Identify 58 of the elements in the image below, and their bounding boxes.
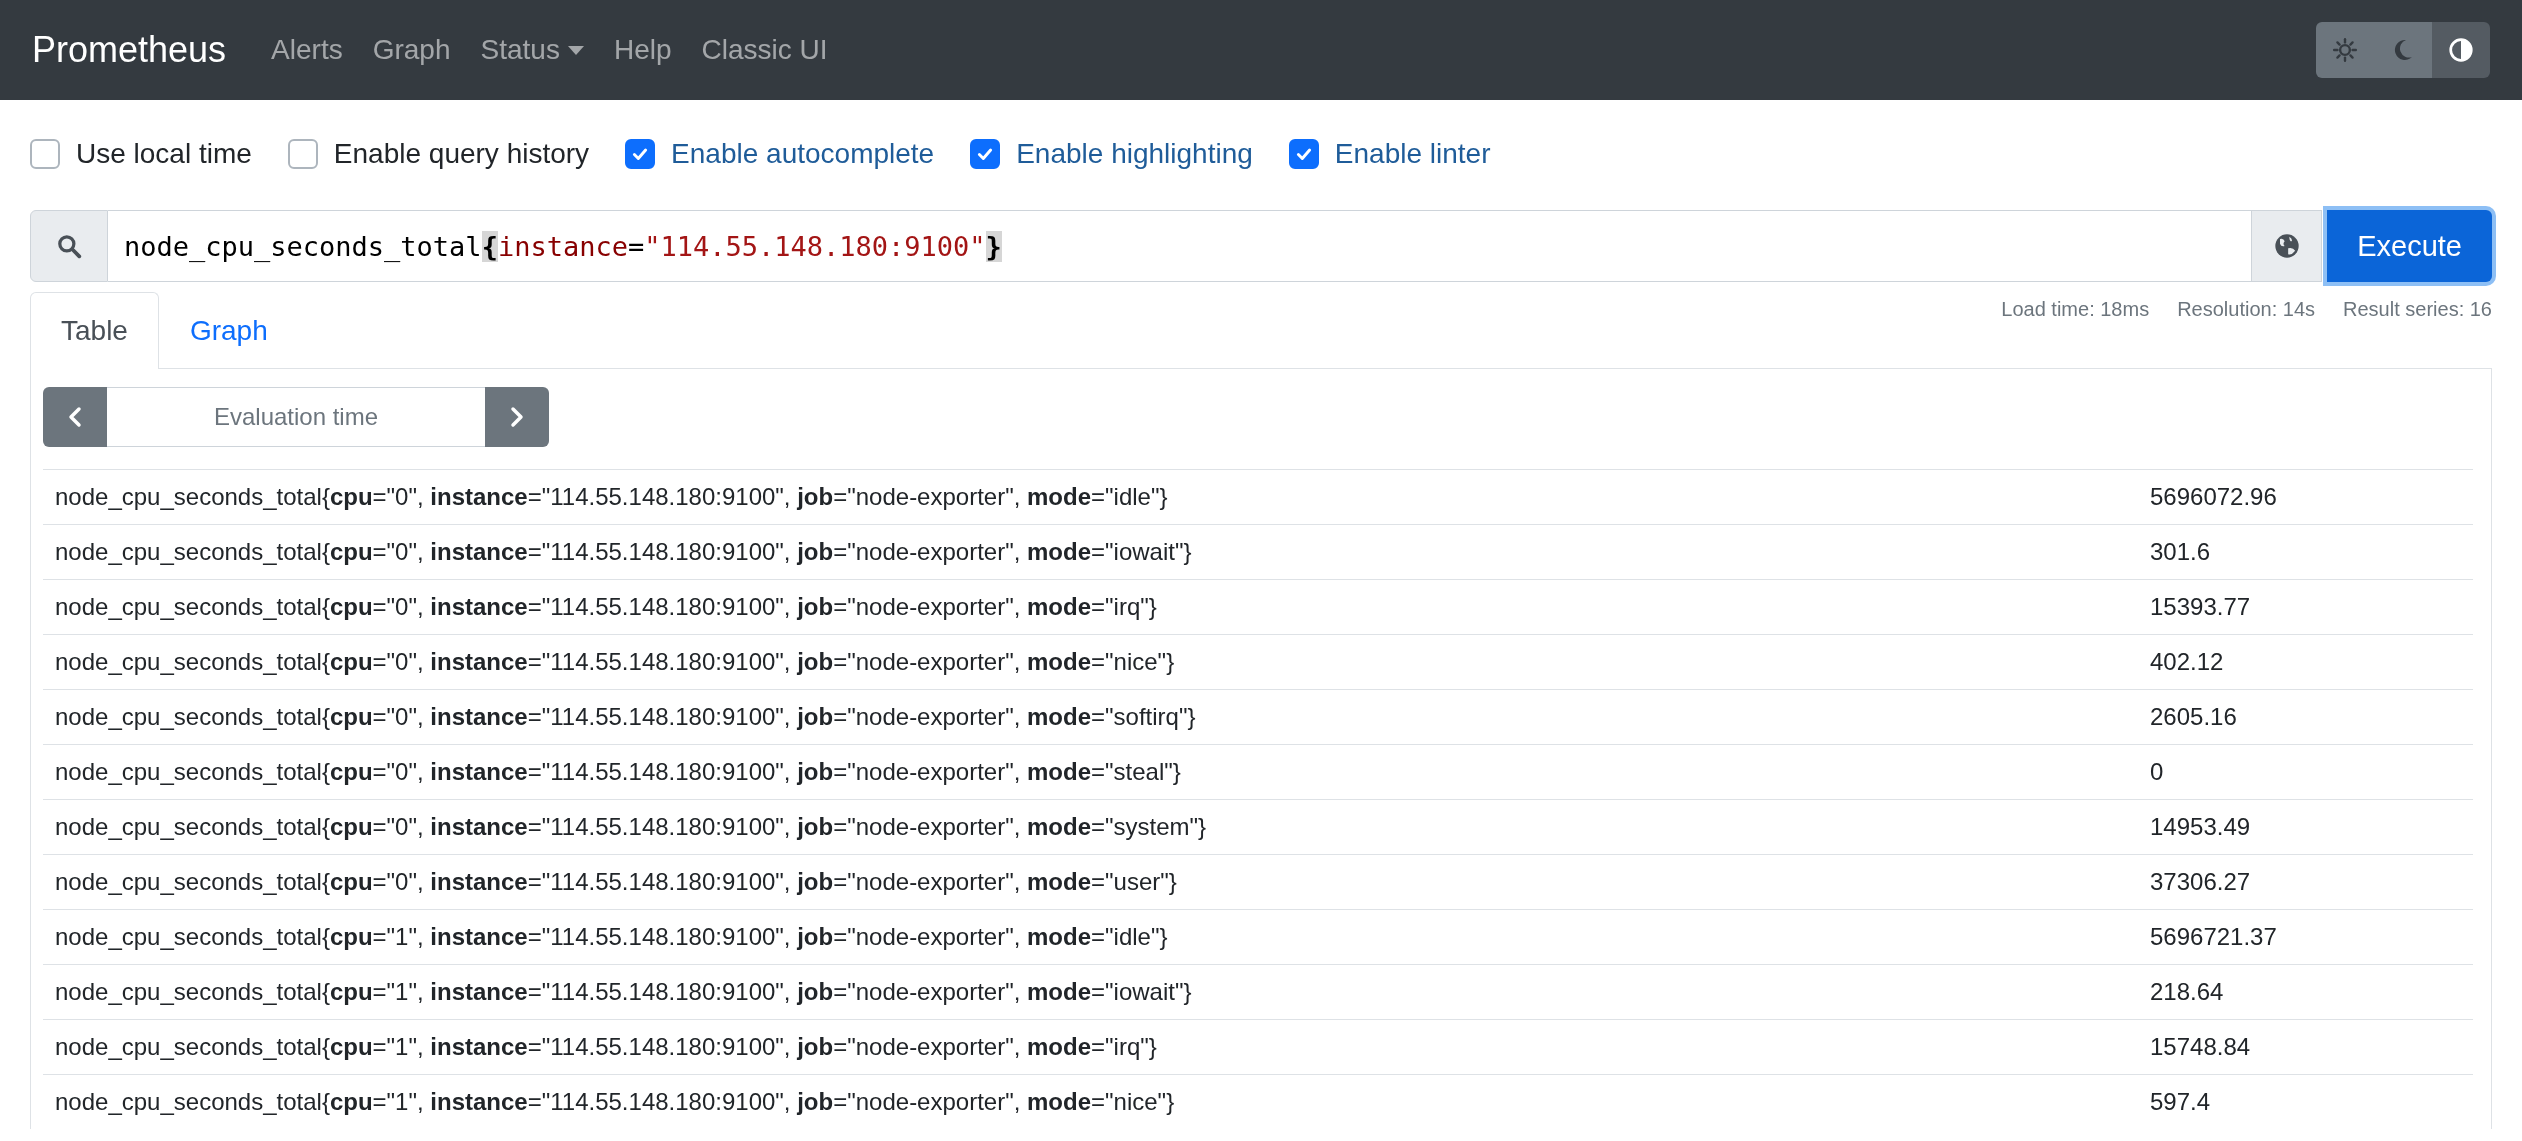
- brand-title[interactable]: Prometheus: [32, 29, 227, 71]
- series-label: node_cpu_seconds_total{cpu="0", instance="114.55.148.180:9100", job="node-exporter", mode="softirq"}: [55, 703, 1196, 731]
- checkbox-label[interactable]: Enable linter: [1334, 138, 1491, 170]
- series-label: node_cpu_seconds_total{cpu="0", instance="114.55.148.180:9100", job="node-exporter", mode="irq"}: [55, 593, 1157, 621]
- previous-button[interactable]: [43, 387, 107, 447]
- nav-link[interactable]: Alerts: [256, 34, 358, 66]
- value-cell-text: 37306.27: [2150, 868, 2252, 896]
- stat-text: Result series: 16: [2343, 298, 2492, 321]
- value-cell-text: 218.64: [2150, 978, 2225, 1006]
- search-icon: [56, 233, 82, 259]
- series-label: node_cpu_seconds_total{cpu="0", instance="114.55.148.180:9100", job="node-exporter", mode="iowait"}: [55, 538, 1192, 566]
- series-label: node_cpu_seconds_total{cpu="1", instance="114.55.148.180:9100", job="node-exporter", mode="iowait"}: [55, 978, 1192, 1006]
- checkbox[interactable]: [30, 139, 60, 169]
- checkbox[interactable]: [1288, 139, 1319, 169]
- evaluation-time-field[interactable]: Evaluation time: [107, 387, 485, 447]
- nav-dropdown[interactable]: Status: [465, 34, 599, 66]
- series-label: node_cpu_seconds_total{cpu="1", instance="114.55.148.180:9100", job="node-exporter", mode="irq"}: [55, 1033, 1157, 1061]
- value-cell-text: 402.12: [2150, 648, 2225, 676]
- checkbox[interactable]: [287, 139, 318, 169]
- series-label: node_cpu_seconds_total{cpu="0", instance="114.55.148.180:9100", job="node-exporter", mode="system"}: [55, 813, 1207, 841]
- value-cell-text: 301.6: [2150, 538, 2212, 566]
- value-cell-text: 14953.49: [2150, 813, 2252, 841]
- nav-link[interactable]: Graph: [357, 34, 466, 66]
- checkbox-label[interactable]: Use local time: [76, 138, 252, 170]
- checkbox-label[interactable]: Enable autocomplete: [671, 138, 935, 170]
- value-cell-text: 2605.16: [2150, 703, 2238, 731]
- metrics-explorer-button[interactable]: [2252, 210, 2323, 282]
- stat-text: Load time: 18ms: [2001, 298, 2150, 321]
- auto-theme-button[interactable]: [2432, 22, 2490, 78]
- tab[interactable]: Graph: [158, 292, 299, 369]
- series-label: node_cpu_seconds_total{cpu="0", instance="114.55.148.180:9100", job="node-exporter", mode="idle"}: [55, 483, 1168, 511]
- chevron-left-icon: [67, 405, 83, 429]
- tab[interactable]: Table: [30, 292, 159, 369]
- sun-icon: [2332, 37, 2358, 63]
- value-cell-text: 15748.84: [2150, 1033, 2252, 1061]
- globe-icon: [2272, 232, 2301, 260]
- value-cell-text: 0: [2150, 758, 2165, 786]
- checkbox[interactable]: [625, 139, 656, 169]
- series-label: node_cpu_seconds_total{cpu="0", instance="114.55.148.180:9100", job="node-exporter", mode="user"}: [55, 868, 1177, 896]
- series-label: node_cpu_seconds_total{cpu="1", instance="114.55.148.180:9100", job="node-exporter", mode="idle"}: [55, 923, 1168, 951]
- query-input[interactable]: node_cpu_seconds_total{instance="114.55.148.180:9100"}: [108, 210, 2253, 282]
- series-label: node_cpu_seconds_total{cpu="1", instance="114.55.148.180:9100", job="node-exporter", mode="nice"}: [55, 1088, 1175, 1116]
- value-cell-text: 15393.77: [2150, 593, 2252, 621]
- nav-link[interactable]: Classic UI: [686, 34, 843, 66]
- checkbox-label[interactable]: Enable query history: [333, 138, 590, 170]
- chevron-right-icon: [509, 405, 525, 429]
- series-label: node_cpu_seconds_total{cpu="0", instance="114.55.148.180:9100", job="node-exporter", mode="steal"}: [55, 758, 1181, 786]
- value-cell-text: 5696072.96: [2150, 483, 2278, 511]
- value-cell-text: 5696721.37: [2150, 923, 2278, 951]
- checkbox-label[interactable]: Enable highlighting: [1016, 138, 1253, 170]
- next-button[interactable]: [485, 387, 549, 447]
- light-theme-button[interactable]: [2316, 22, 2374, 78]
- contrast-icon: [2448, 37, 2474, 63]
- nav-link[interactable]: Help: [598, 34, 687, 66]
- checkbox[interactable]: [970, 139, 1001, 169]
- value-cell-text: 597.4: [2150, 1088, 2212, 1116]
- stat-text: Resolution: 14s: [2177, 298, 2316, 321]
- series-label: node_cpu_seconds_total{cpu="0", instance="114.55.148.180:9100", job="node-exporter", mode="nice"}: [55, 648, 1175, 676]
